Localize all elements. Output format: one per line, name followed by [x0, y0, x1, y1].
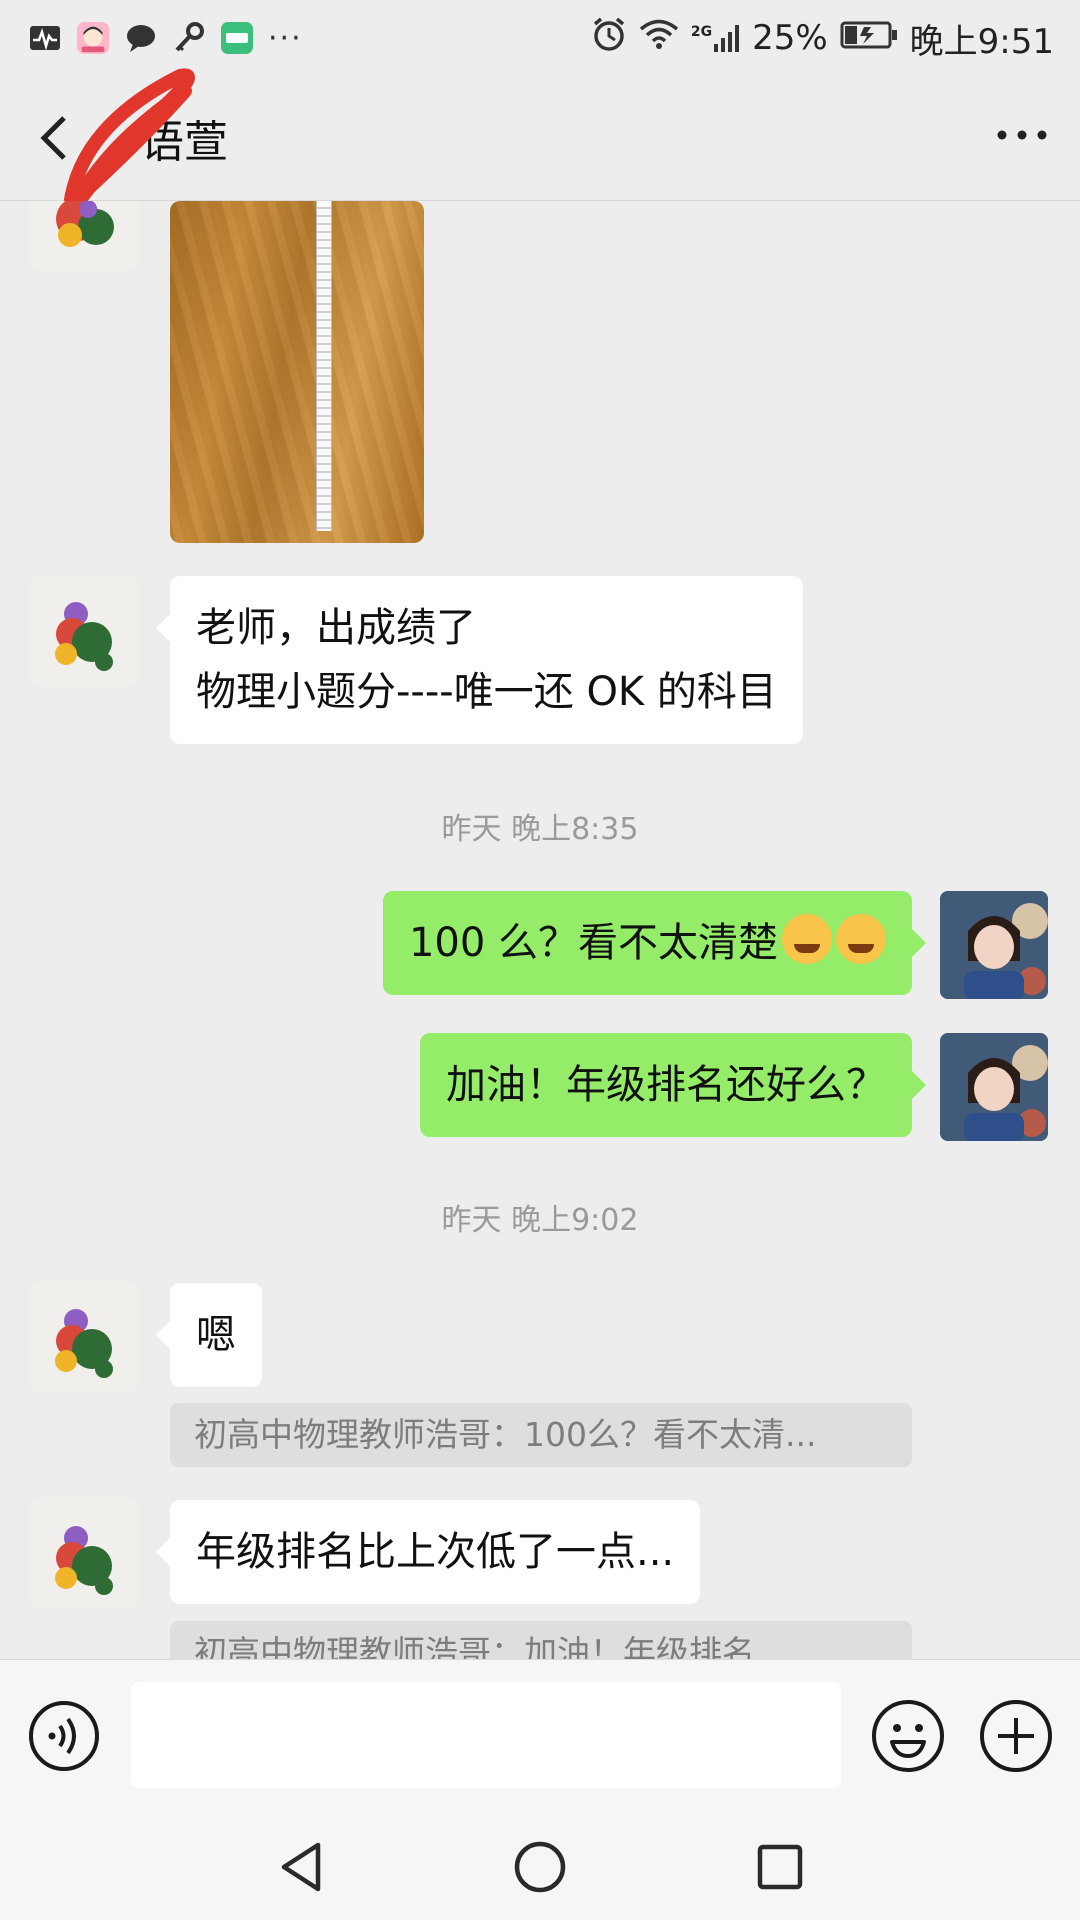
avatar-contact[interactable] [30, 576, 138, 684]
status-right: 2G 25% 晚上9:51 [591, 10, 1054, 66]
more-dots-icon [997, 130, 1047, 140]
nav-recents-button[interactable] [750, 1837, 810, 1897]
message-input[interactable] [131, 1682, 841, 1788]
nav-recents-icon [757, 1844, 803, 1890]
nav-back-icon [281, 1842, 321, 1892]
voice-icon [29, 1701, 99, 1771]
status-bar: ··· 2G 25% 晚上9:51 [0, 0, 1080, 76]
message-bubble-sent[interactable]: 加油！年级排名还好么？ [420, 1033, 926, 1137]
avatar-contact[interactable] [30, 1500, 138, 1608]
signal-icon: 2G [691, 24, 740, 52]
avatar-self[interactable] [940, 891, 1048, 999]
message-bubble-received[interactable]: 年级排名比上次低了一点... [155, 1500, 701, 1604]
battery-icon [840, 18, 898, 58]
system-nav-bar [0, 1809, 1080, 1920]
message-bubble-received[interactable]: 嗯 [156, 1283, 262, 1387]
app-badge-icon [220, 21, 254, 55]
message-text: 年级排名比上次低了一点... [196, 1529, 675, 1575]
message-text: 100 么？看不太清楚 [408, 920, 778, 966]
activity-monitor-icon [28, 21, 62, 55]
clock-time: 晚上9:51 [909, 21, 1054, 62]
status-left-icons: ··· [28, 14, 303, 62]
emoji-smile-icon [872, 1700, 944, 1772]
chat-message-list[interactable]: 老师，出成绩了 物理小题分----唯一还 OK 的科目 昨天 晚上8:35 10… [0, 201, 1080, 1659]
girl-app-icon [76, 21, 110, 55]
chat-header: 语萱 [0, 68, 1080, 213]
timestamp: 昨天 晚上8:35 [441, 812, 639, 847]
message-text: 嗯 [196, 1312, 236, 1358]
message-bubble-icon [124, 21, 158, 55]
quoted-reply[interactable]: 初高中物理教师浩哥：加油！年级排名... [170, 1621, 912, 1659]
nav-home-icon [514, 1841, 566, 1893]
avatar-self[interactable] [940, 1033, 1048, 1141]
network-type-label: 2G [690, 24, 713, 40]
message-text-line: 物理小题分----唯一还 OK 的科目 [196, 669, 777, 715]
alarm-icon [591, 16, 627, 61]
voice-button[interactable] [28, 1700, 100, 1772]
measuring-tape [316, 201, 332, 531]
avatar-contact[interactable] [30, 201, 138, 269]
quoted-reply[interactable]: 初高中物理教师浩哥：100么？看不太清... [170, 1403, 912, 1467]
laugh-cry-emoji-icon [836, 914, 886, 964]
red-scribble-redaction [63, 68, 195, 213]
wifi-icon [639, 18, 679, 59]
image-message[interactable] [170, 201, 424, 543]
battery-percent: 25% [752, 18, 828, 58]
avatar-contact[interactable] [30, 1283, 138, 1391]
wood-texture [170, 201, 424, 543]
more-button[interactable] [992, 120, 1052, 150]
input-bar [0, 1659, 1080, 1810]
timestamp: 昨天 晚上9:02 [441, 1203, 639, 1238]
more-functions-button[interactable] [978, 1698, 1054, 1774]
laugh-cry-emoji-icon [782, 914, 832, 964]
message-text-line: 老师，出成绩了 [196, 605, 476, 651]
message-text: 加油！年级排名还好么？ [446, 1062, 886, 1108]
nav-home-button[interactable] [510, 1837, 570, 1897]
plus-icon [980, 1700, 1052, 1772]
nav-back-button[interactable] [272, 1837, 332, 1897]
emoji-button[interactable] [870, 1698, 946, 1774]
message-bubble-sent[interactable]: 100 么？看不太清楚 [382, 891, 927, 995]
status-overflow: ··· [268, 20, 303, 56]
message-bubble-received[interactable]: 老师，出成绩了 物理小题分----唯一还 OK 的科目 [156, 576, 803, 744]
key-icon [172, 21, 206, 55]
